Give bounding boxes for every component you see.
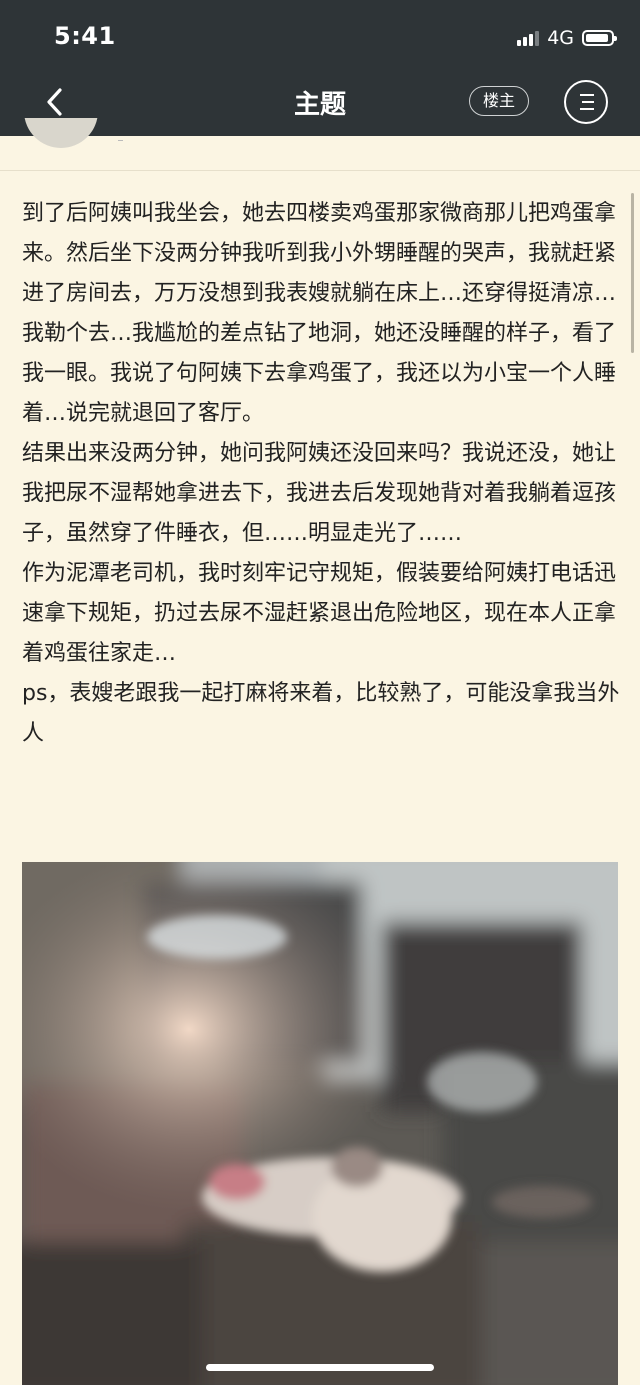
avatar[interactable] [24,118,98,156]
post-content: 到了后阿姨叫我坐会，她去四楼卖鸡蛋那家微商那儿把鸡蛋拿来。然后坐下没两分钟我听到… [22,194,620,754]
home-indicator[interactable] [206,1364,434,1371]
app-header: 5:41 4G 主题 楼主 [0,0,640,136]
status-indicators: 4G [517,26,617,50]
section-divider [0,170,640,171]
page-title: 主题 [293,90,346,120]
post-paragraph: ps，表嫂老跟我一起打麻将来着，比较熟了，可能没拿我当外人 [22,681,620,746]
menu-icon[interactable] [564,80,608,124]
owner-only-button[interactable]: 楼主 [469,86,529,116]
post-paragraph: 结果出来没两分钟，她问我阿姨还没回来吗？我说还没，她让我把尿不湿帮她拿进去下，我… [22,441,617,546]
post-paragraph: 我勒个去…我尴尬的差点钻了地洞，她还没睡醒的样子，看了我一眼。我说了句阿姨下去拿… [22,321,617,426]
scrollbar[interactable] [631,193,634,353]
signal-icon [517,30,540,46]
status-time: 5:41 [54,22,116,50]
meta-divider [118,140,123,141]
painted-image [22,862,618,1385]
post-image[interactable] [22,862,618,1385]
battery-icon [582,30,617,46]
network-type: 4G [547,27,574,49]
post-paragraph: 作为泥潭老司机，我时刻牢记守规矩，假装要给阿姨打电话迅速拿下规矩，扔过去尿不湿赶… [22,561,617,666]
post-paragraph: 到了后阿姨叫我坐会，她去四楼卖鸡蛋那家微商那儿把鸡蛋拿来。然后坐下没两分钟我听到… [22,201,617,306]
